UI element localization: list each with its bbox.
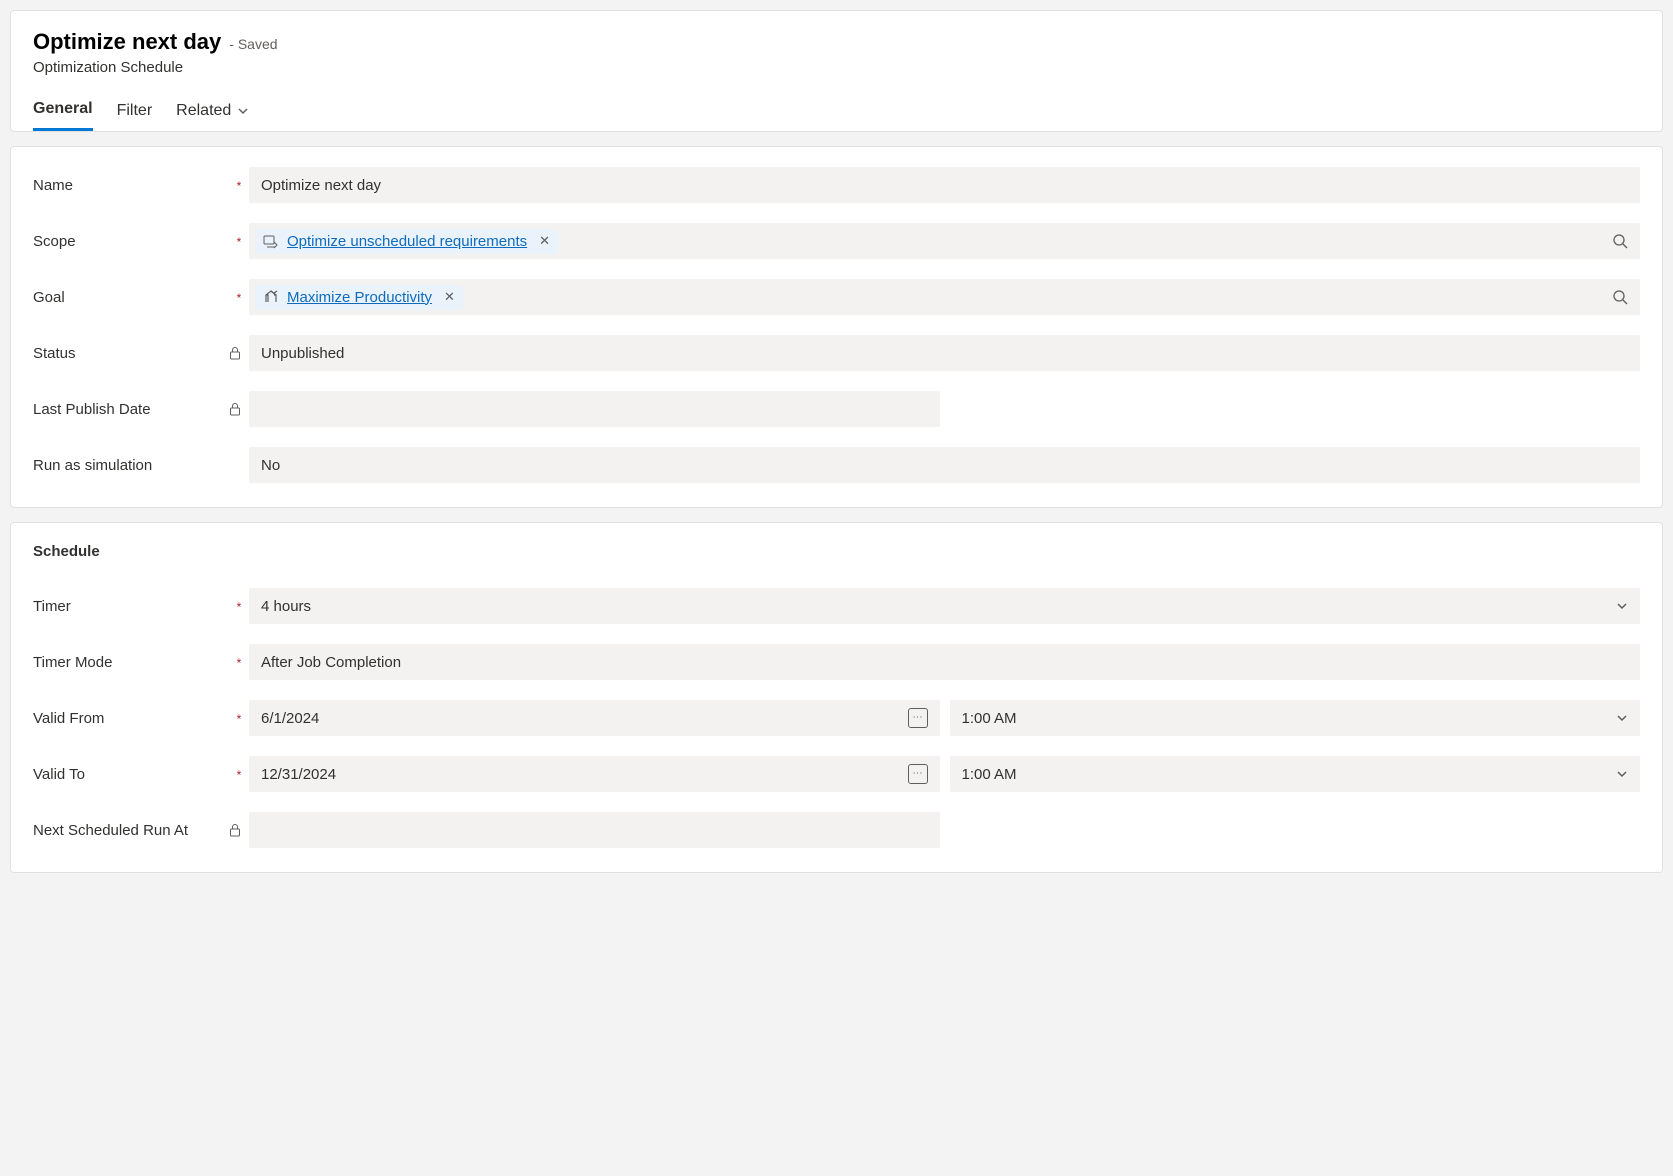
required-marker: *: [237, 768, 242, 782]
schedule-section: Schedule Timer * 4 hours Timer Mode * Af…: [10, 522, 1663, 873]
valid-from-date-input[interactable]: 6/1/2024 ⋯: [249, 700, 940, 736]
general-section: Name * Optimize next day Scope * Optimiz…: [10, 146, 1663, 508]
required-marker: *: [237, 179, 242, 193]
run-sim-label: Run as simulation: [33, 457, 229, 474]
tab-bar: General Filter Related: [33, 100, 1640, 131]
row-goal: Goal * Maximize Productivity ✕: [33, 279, 1640, 315]
goal-lookup[interactable]: Maximize Productivity ✕: [249, 279, 1640, 315]
valid-from-label: Valid From: [33, 710, 229, 727]
valid-from-time-select[interactable]: 1:00 AM: [950, 700, 1641, 736]
calendar-icon[interactable]: ⋯: [908, 764, 928, 784]
row-timer-mode: Timer Mode * After Job Completion: [33, 644, 1640, 680]
required-marker: *: [237, 235, 242, 249]
lock-icon: [229, 823, 249, 837]
goal-label: Goal: [33, 289, 229, 306]
required-marker: *: [237, 600, 242, 614]
goal-remove-icon[interactable]: ✕: [444, 289, 455, 305]
run-sim-value: No: [261, 457, 280, 474]
entity-subtitle: Optimization Schedule: [33, 59, 1640, 76]
schedule-section-title: Schedule: [33, 543, 1640, 560]
goal-chip: Maximize Productivity ✕: [255, 285, 463, 310]
valid-from-date-value: 6/1/2024: [261, 710, 319, 727]
tab-general-label: General: [33, 100, 93, 118]
row-next-run: Next Scheduled Run At: [33, 812, 1640, 848]
goal-entity-icon: [263, 289, 279, 305]
chevron-down-icon: [1616, 712, 1628, 724]
last-publish-field: [249, 391, 940, 427]
row-valid-to: Valid To * 12/31/2024 ⋯ 1:00 AM: [33, 756, 1640, 792]
valid-from-time-value: 1:00 AM: [962, 710, 1017, 727]
row-valid-from: Valid From * 6/1/2024 ⋯ 1:00 AM: [33, 700, 1640, 736]
search-icon[interactable]: [1612, 289, 1628, 305]
calendar-icon[interactable]: ⋯: [908, 708, 928, 728]
valid-to-label: Valid To: [33, 766, 229, 783]
next-run-field: [249, 812, 940, 848]
timer-mode-value: After Job Completion: [261, 654, 401, 671]
row-status: Status Unpublished: [33, 335, 1640, 371]
status-label: Status: [33, 345, 229, 362]
last-publish-label: Last Publish Date: [33, 401, 229, 418]
row-last-publish: Last Publish Date: [33, 391, 1640, 427]
required-marker: *: [237, 656, 242, 670]
row-run-simulation: Run as simulation No: [33, 447, 1640, 483]
chevron-down-icon: [1616, 768, 1628, 780]
tab-related[interactable]: Related: [176, 100, 249, 131]
scope-lookup[interactable]: Optimize unscheduled requirements ✕: [249, 223, 1640, 259]
tab-filter[interactable]: Filter: [117, 100, 153, 131]
chevron-down-icon: [237, 105, 249, 117]
scope-link[interactable]: Optimize unscheduled requirements: [287, 233, 527, 250]
search-icon[interactable]: [1612, 233, 1628, 249]
status-field: Unpublished: [249, 335, 1640, 371]
tab-general[interactable]: General: [33, 100, 93, 131]
scope-remove-icon[interactable]: ✕: [539, 233, 550, 249]
timer-mode-label: Timer Mode: [33, 654, 229, 671]
name-value: Optimize next day: [261, 177, 381, 194]
required-marker: *: [237, 291, 242, 305]
timer-mode-field[interactable]: After Job Completion: [249, 644, 1640, 680]
chevron-down-icon: [1616, 600, 1628, 612]
required-marker: *: [237, 712, 242, 726]
tab-related-label: Related: [176, 102, 231, 120]
timer-value: 4 hours: [261, 598, 311, 615]
status-value: Unpublished: [261, 345, 344, 362]
row-scope: Scope * Optimize unscheduled requirement…: [33, 223, 1640, 259]
tab-filter-label: Filter: [117, 102, 153, 120]
valid-to-time-select[interactable]: 1:00 AM: [950, 756, 1641, 792]
timer-select[interactable]: 4 hours: [249, 588, 1640, 624]
row-name: Name * Optimize next day: [33, 167, 1640, 203]
name-label: Name: [33, 177, 229, 194]
saved-status: - Saved: [229, 36, 277, 52]
run-sim-field[interactable]: No: [249, 447, 1640, 483]
scope-chip: Optimize unscheduled requirements ✕: [255, 229, 558, 254]
lock-icon: [229, 402, 249, 416]
valid-to-date-input[interactable]: 12/31/2024 ⋯: [249, 756, 940, 792]
record-header: Optimize next day - Saved Optimization S…: [10, 10, 1663, 132]
goal-link[interactable]: Maximize Productivity: [287, 289, 432, 306]
next-run-label: Next Scheduled Run At: [33, 822, 229, 839]
lock-icon: [229, 346, 249, 360]
timer-label: Timer: [33, 598, 229, 615]
valid-to-time-value: 1:00 AM: [962, 766, 1017, 783]
scope-label: Scope: [33, 233, 229, 250]
row-timer: Timer * 4 hours: [33, 588, 1640, 624]
scope-entity-icon: [263, 233, 279, 249]
name-input[interactable]: Optimize next day: [249, 167, 1640, 203]
page-title: Optimize next day: [33, 29, 221, 55]
valid-to-date-value: 12/31/2024: [261, 766, 336, 783]
